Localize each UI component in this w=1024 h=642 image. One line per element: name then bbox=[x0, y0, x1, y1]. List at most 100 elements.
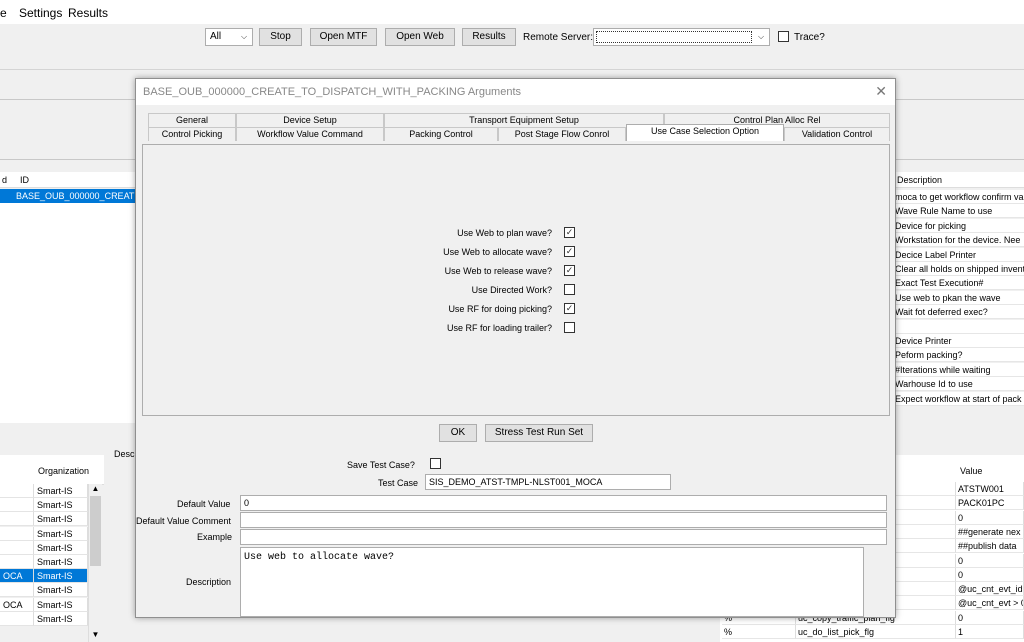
list-item[interactable]: Peform packing? bbox=[893, 348, 1024, 363]
example-label: Example bbox=[197, 532, 233, 542]
option-row: Use Web to release wave? ✓ bbox=[143, 265, 891, 279]
list-item[interactable]: Decice Label Printer bbox=[893, 247, 1024, 262]
list-item[interactable]: Workstation for the device. Nee bbox=[893, 233, 1024, 248]
option-label: Use Directed Work? bbox=[471, 285, 552, 295]
tab-general[interactable]: General bbox=[148, 113, 236, 127]
option-label: Use RF for loading trailer? bbox=[446, 323, 552, 333]
table-row[interactable]: OCA Smart-IS bbox=[0, 597, 135, 612]
scroll-down-icon[interactable]: ▼ bbox=[89, 630, 102, 642]
option-label: Use Web to allocate wave? bbox=[443, 247, 552, 257]
tab-device-setup[interactable]: Device Setup bbox=[236, 113, 384, 127]
menu-bar: e Settings Results bbox=[0, 0, 1024, 24]
list-item[interactable]: #Iterations while waiting bbox=[893, 362, 1024, 377]
row-cell-organization: Smart-IS bbox=[34, 526, 88, 541]
left-grid-header: d ID bbox=[0, 172, 135, 188]
save-test-case-checkbox[interactable] bbox=[430, 458, 441, 469]
option-row: Use Directed Work? bbox=[143, 284, 891, 298]
list-item[interactable]: Device for picking bbox=[893, 218, 1024, 233]
list-item[interactable] bbox=[893, 319, 1024, 334]
row-cell-id bbox=[0, 498, 34, 513]
list-item[interactable]: Wave Rule Name to use bbox=[893, 204, 1024, 219]
row-cell-value: 0 bbox=[956, 567, 1024, 582]
chevron-down-icon: ⌵ bbox=[757, 32, 765, 41]
value-column-header: Value bbox=[960, 466, 983, 476]
remote-server-select[interactable]: ⌵ bbox=[593, 28, 770, 46]
option-checkbox[interactable]: ✓ bbox=[564, 246, 575, 257]
option-row: Use Web to plan wave? ✓ bbox=[143, 227, 891, 241]
default-value-label: Default Value bbox=[177, 499, 231, 509]
trace-checkbox[interactable] bbox=[778, 31, 789, 42]
arguments-dialog: BASE_OUB_000000_CREATE_TO_DISPATCH_WITH_… bbox=[135, 78, 896, 618]
example-field[interactable] bbox=[240, 529, 887, 545]
table-row[interactable]: Smart-IS bbox=[0, 540, 135, 555]
table-row[interactable]: Smart-IS bbox=[0, 484, 135, 498]
tab-post-stage-flow-control[interactable]: Post Stage Flow Conrol bbox=[498, 127, 626, 141]
tab-workflow-value-command[interactable]: Workflow Value Command bbox=[236, 127, 384, 141]
row-cell-value: ##generate nex bbox=[956, 524, 1024, 539]
menu-item-results[interactable]: Results bbox=[68, 6, 108, 20]
row-cell-id bbox=[0, 484, 34, 498]
description-label: Description bbox=[186, 577, 232, 587]
table-row[interactable]: Smart-IS bbox=[0, 498, 135, 513]
option-checkbox[interactable]: ✓ bbox=[564, 265, 575, 276]
results-button[interactable]: Results bbox=[462, 28, 516, 46]
tab-use-case-selection-option[interactable]: Use Case Selection Option bbox=[626, 124, 784, 141]
row-cell-value: @uc_cnt_evt > 0 bbox=[956, 596, 1024, 611]
menu-item-settings[interactable]: Settings bbox=[19, 6, 62, 20]
test-case-field[interactable]: SIS_DEMO_ATST-TMPL-NLST001_MOCA bbox=[425, 474, 671, 490]
tab-validation-control[interactable]: Validation Control bbox=[784, 127, 890, 141]
row-cell-value: 0 bbox=[956, 510, 1024, 525]
list-item[interactable]: Wait fot deferred exec? bbox=[893, 305, 1024, 320]
list-item[interactable]: Use web to pkan the wave bbox=[893, 290, 1024, 305]
list-item[interactable]: Device Printer bbox=[893, 334, 1024, 348]
row-cell-organization: Smart-IS bbox=[34, 611, 88, 626]
open-web-button[interactable]: Open Web bbox=[385, 28, 455, 46]
option-label: Use RF for doing picking? bbox=[448, 304, 552, 314]
option-checkbox[interactable]: ✓ bbox=[564, 227, 575, 238]
row-cell-id: OCA bbox=[0, 597, 34, 612]
tab-control-picking[interactable]: Control Picking bbox=[148, 127, 236, 141]
default-value-field[interactable]: 0 bbox=[240, 495, 887, 511]
list-item[interactable]: moca to get workflow confirm va bbox=[893, 190, 1024, 204]
save-test-case-label: Save Test Case? bbox=[347, 460, 415, 470]
option-checkbox[interactable] bbox=[564, 322, 575, 333]
organization-header-cell: Organization bbox=[0, 455, 104, 485]
selected-row[interactable]: BASE_OUB_000000_CREATE_ bbox=[0, 189, 135, 203]
table-row[interactable]: OCA Smart-IS bbox=[0, 569, 135, 584]
open-mtf-button[interactable]: Open MTF bbox=[310, 28, 377, 46]
row-cell-value: ##publish data bbox=[956, 539, 1024, 554]
close-icon[interactable]: ✕ bbox=[875, 83, 887, 100]
option-checkbox[interactable] bbox=[564, 284, 575, 295]
stop-button[interactable]: Stop bbox=[259, 28, 302, 46]
list-item[interactable]: Clear all holds on shipped invent bbox=[893, 262, 1024, 276]
tab-packing-control[interactable]: Packing Control bbox=[384, 127, 498, 141]
ok-button[interactable]: OK bbox=[439, 424, 477, 442]
row-cell-id bbox=[0, 526, 34, 541]
stress-test-run-set-button[interactable]: Stress Test Run Set bbox=[485, 424, 593, 442]
table-row[interactable]: Smart-IS bbox=[0, 555, 135, 569]
option-label: Use Web to plan wave? bbox=[457, 228, 552, 238]
table-row[interactable]: Smart-IS bbox=[0, 611, 135, 626]
remote-server-label: Remote Server: bbox=[523, 32, 594, 43]
menu-item-file[interactable]: e bbox=[0, 6, 7, 20]
filter-select[interactable]: All ⌵ bbox=[205, 28, 253, 46]
row-cell-organization: Smart-IS bbox=[34, 555, 88, 569]
desc-header: Desc bbox=[114, 449, 135, 459]
default-value-comment-label: Default Value Comment bbox=[136, 516, 231, 526]
default-value-comment-field[interactable] bbox=[240, 512, 887, 528]
table-row[interactable]: Smart-IS bbox=[0, 526, 135, 541]
row-cell-organization: Smart-IS bbox=[34, 512, 88, 527]
description-textarea[interactable]: Use web to allocate wave? bbox=[240, 547, 864, 617]
tab-transport-equipment-setup[interactable]: Transport Equipment Setup bbox=[384, 113, 664, 127]
table-row[interactable]: Smart-IS bbox=[0, 512, 135, 527]
option-row: Use RF for loading trailer? bbox=[143, 322, 891, 336]
row-cell-organization: Smart-IS bbox=[34, 498, 88, 513]
row-cell-name: uc_do_list_pick_flg bbox=[796, 625, 956, 639]
row-cell-id bbox=[0, 555, 34, 569]
list-item[interactable]: Exact Test Execution# bbox=[893, 276, 1024, 291]
option-row: Use Web to allocate wave? ✓ bbox=[143, 246, 891, 260]
list-item[interactable]: Warhouse Id to use bbox=[893, 377, 1024, 392]
option-checkbox[interactable]: ✓ bbox=[564, 303, 575, 314]
list-item[interactable]: Expect workflow at start of pack bbox=[893, 391, 1024, 406]
table-row[interactable]: Smart-IS bbox=[0, 583, 135, 598]
